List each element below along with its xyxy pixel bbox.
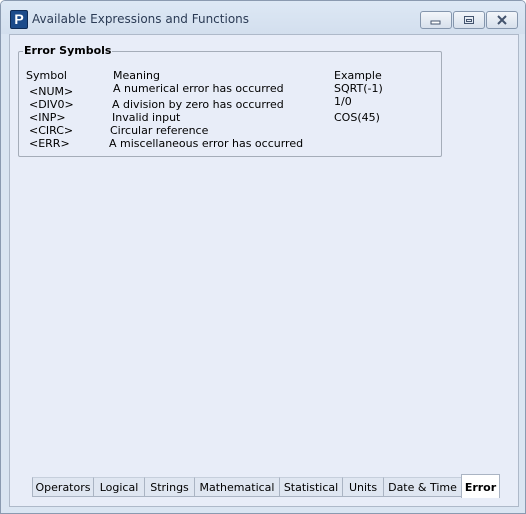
- row-meaning: A division by zero has occurred: [112, 98, 284, 111]
- row-meaning: Invalid input: [112, 111, 181, 124]
- group-title: Error Symbols: [23, 44, 113, 57]
- row-symbol: <DIV0>: [29, 98, 74, 111]
- client-area: Error Symbols Symbol Meaning Example <NU…: [9, 34, 519, 507]
- header-meaning: Meaning: [113, 69, 160, 82]
- row-symbol: <NUM>: [29, 85, 74, 98]
- dialog-window: P Available Expressions and Functions Er…: [0, 0, 526, 514]
- app-logo-icon: P: [10, 10, 28, 29]
- row-symbol: <INP>: [29, 111, 66, 124]
- header-example: Example: [334, 69, 382, 82]
- tab-operators[interactable]: Operators: [32, 477, 94, 497]
- window-title: Available Expressions and Functions: [32, 12, 250, 26]
- tab-strip: Operators Logical Strings Mathematical S…: [10, 474, 518, 506]
- minimize-button[interactable]: [420, 11, 452, 29]
- row-symbol: <ERR>: [29, 137, 70, 150]
- title-bar[interactable]: P Available Expressions and Functions: [1, 1, 525, 34]
- tab-logical[interactable]: Logical: [93, 477, 145, 497]
- tab-mathematical[interactable]: Mathematical: [194, 477, 280, 497]
- tab-statistical[interactable]: Statistical: [279, 477, 343, 497]
- header-symbol: Symbol: [26, 69, 67, 82]
- row-meaning: Circular reference: [110, 124, 209, 137]
- row-example: SQRT(-1): [334, 82, 383, 95]
- tab-strings[interactable]: Strings: [144, 477, 195, 497]
- close-icon: [497, 15, 507, 25]
- row-meaning: A numerical error has occurred: [113, 82, 284, 95]
- row-example: COS(45): [334, 111, 380, 124]
- error-symbols-group: Error Symbols Symbol Meaning Example <NU…: [18, 44, 442, 157]
- row-symbol: <CIRC>: [29, 124, 74, 137]
- maximize-icon: [464, 16, 474, 24]
- close-button[interactable]: [486, 11, 518, 29]
- maximize-button[interactable]: [453, 11, 485, 29]
- row-example: 1/0: [334, 95, 352, 108]
- tab-error[interactable]: Error: [461, 474, 500, 498]
- minimize-icon: [430, 20, 441, 25]
- row-meaning: A miscellaneous error has occurred: [109, 137, 304, 150]
- tab-units[interactable]: Units: [342, 477, 384, 497]
- tab-date-time[interactable]: Date & Time: [383, 477, 462, 497]
